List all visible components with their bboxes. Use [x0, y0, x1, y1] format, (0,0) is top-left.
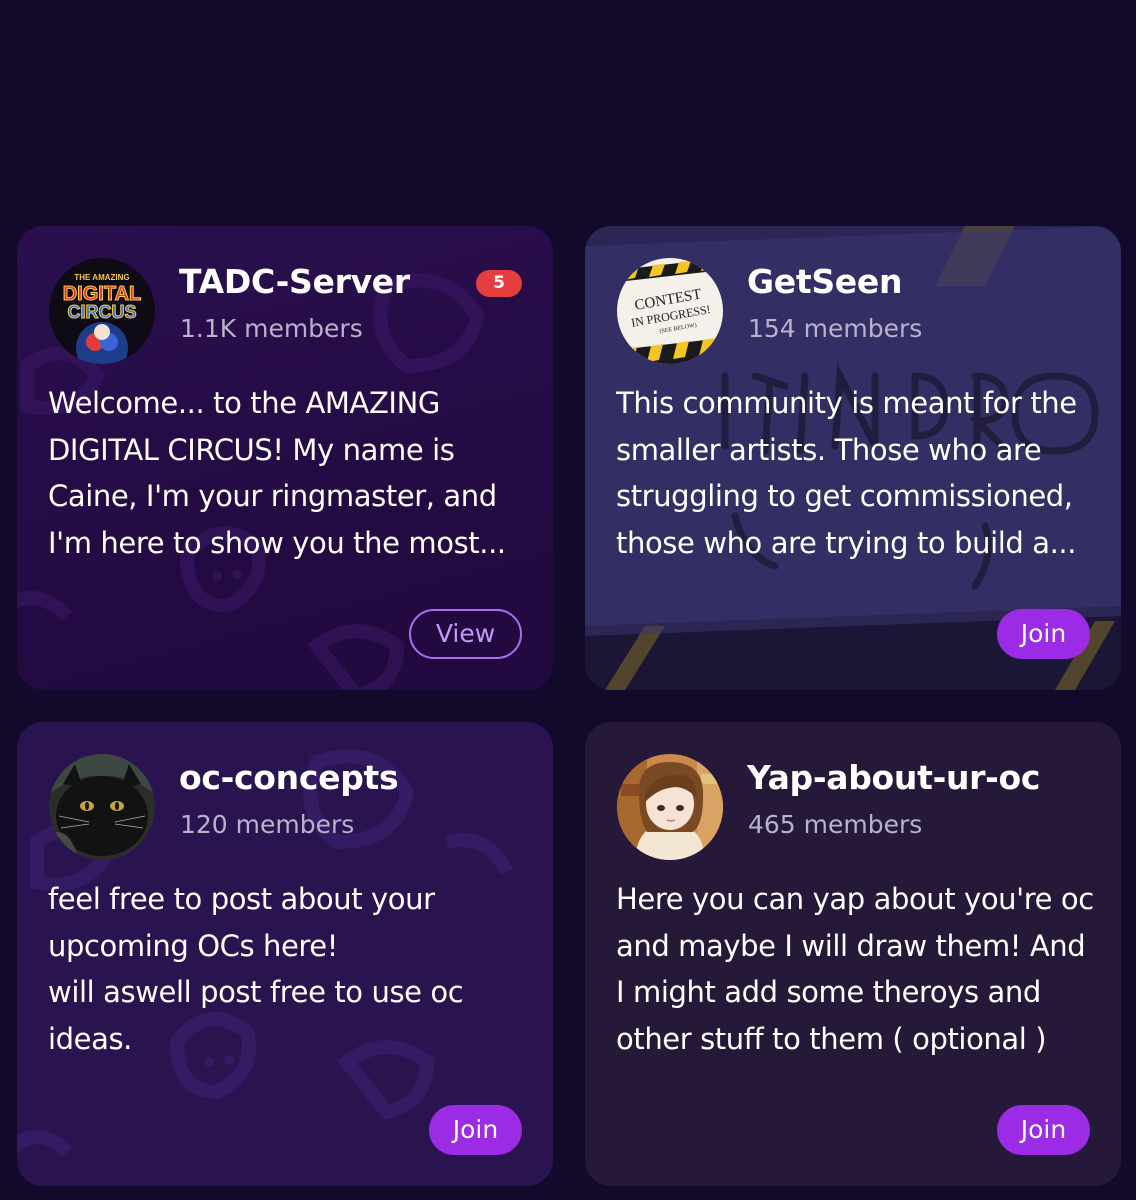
- view-button[interactable]: View: [409, 609, 522, 659]
- contest-sign-icon: CONTEST IN PROGRESS! (SEE BELOW): [617, 258, 723, 364]
- community-avatar[interactable]: THE AMAZING DIGITAL CIRCUS: [49, 258, 155, 364]
- community-card-yap-about-ur-oc[interactable]: Yap-about-ur-oc 465 members Here you can…: [585, 722, 1121, 1186]
- description-line: ideas.: [48, 1021, 133, 1056]
- description-line: upcoming OCs here!: [48, 928, 338, 963]
- join-button[interactable]: Join: [429, 1105, 522, 1155]
- community-name[interactable]: GetSeen: [747, 262, 902, 301]
- community-card-oc-concepts[interactable]: oc-concepts 120 members feel free to pos…: [17, 722, 553, 1186]
- community-name[interactable]: oc-concepts: [179, 758, 399, 797]
- anime-character-portrait-icon: [617, 754, 723, 860]
- community-card-getseen[interactable]: CONTEST IN PROGRESS! (SEE BELOW) GetSeen…: [585, 226, 1121, 690]
- community-description: feel free to post about your upcoming OC…: [48, 876, 526, 1062]
- community-avatar[interactable]: CONTEST IN PROGRESS! (SEE BELOW): [617, 258, 723, 364]
- svg-text:CIRCUS: CIRCUS: [67, 302, 136, 322]
- community-description: Welcome... to the AMAZING DIGITAL CIRCUS…: [48, 386, 506, 560]
- community-card-tadc-server[interactable]: THE AMAZING DIGITAL CIRCUS TADC-Server 1…: [17, 226, 553, 690]
- community-avatar[interactable]: [617, 754, 723, 860]
- community-avatar[interactable]: [49, 754, 155, 860]
- join-button[interactable]: Join: [997, 1105, 1090, 1155]
- community-name[interactable]: TADC-Server: [179, 262, 410, 301]
- community-name[interactable]: Yap-about-ur-oc: [747, 758, 1040, 797]
- description-line: feel free to post about your: [48, 882, 435, 916]
- member-count: 154 members: [748, 314, 923, 343]
- member-count: 120 members: [180, 810, 355, 839]
- digital-circus-logo-icon: THE AMAZING DIGITAL CIRCUS: [49, 258, 155, 364]
- description-line: will aswell post free to use oc: [48, 975, 464, 1009]
- black-cat-photo-icon: [49, 754, 155, 860]
- community-description: This community is meant for the smaller …: [616, 386, 1077, 560]
- notification-badge: 5: [476, 270, 522, 297]
- member-count: 1.1K members: [180, 314, 363, 343]
- join-button[interactable]: Join: [997, 609, 1090, 659]
- svg-text:THE AMAZING: THE AMAZING: [74, 273, 129, 282]
- community-description: Here you can yap about you're oc and may…: [616, 882, 1094, 1056]
- member-count: 465 members: [748, 810, 923, 839]
